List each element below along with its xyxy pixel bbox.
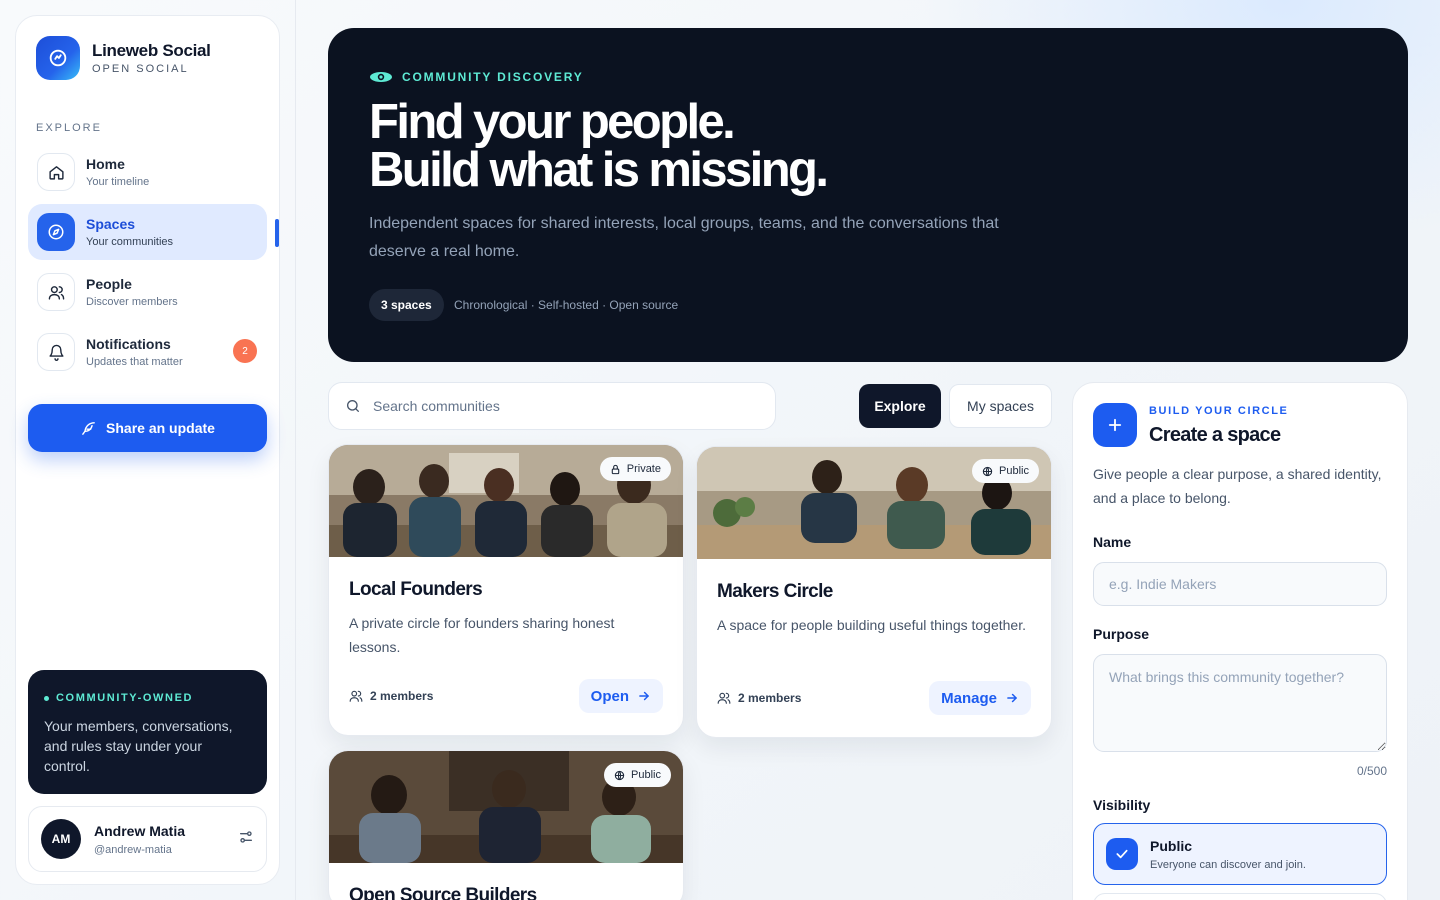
visibility-pill: Public [972,459,1039,483]
bell-icon [37,333,75,371]
tab-my-spaces[interactable]: My spaces [949,384,1052,428]
dot-icon [44,695,49,701]
hero-banner: COMMUNITY DISCOVERY Find your people. Bu… [328,28,1408,362]
open-button[interactable]: Open [578,679,663,713]
sidebar-divider [295,0,296,900]
visibility-label: Visibility [1093,797,1151,813]
hero-tag: COMMUNITY DISCOVERY [402,70,584,84]
sidebar-item-subtitle: Updates that matter [86,356,183,368]
name-label: Name [1093,534,1132,550]
space-card-makers-circle[interactable]: Public Makers Circle A space for people … [696,446,1052,738]
users-icon [717,692,731,704]
members-count: 2 members [717,691,801,705]
visibility-option-next[interactable] [1093,893,1387,900]
card-title: Local Founders [349,579,483,600]
tab-explore[interactable]: Explore [859,384,941,428]
brand-title: Lineweb Social [92,41,211,60]
brand[interactable]: Lineweb Social OPEN SOCIAL [36,36,211,80]
panel-tag: BUILD YOUR CIRCLE [1149,405,1289,417]
visibility-pill: Private [599,457,671,481]
sidebar-item-subtitle: Discover members [86,296,178,308]
purpose-textarea[interactable] [1093,654,1387,752]
user-name: Andrew Matia [94,822,186,839]
search-input[interactable] [373,398,753,414]
home-icon [37,153,75,191]
character-counter: 0/500 [1356,764,1387,778]
share-update-button[interactable]: Share an update [28,404,267,452]
space-card-local-founders[interactable]: Private Local Founders A private circle … [328,444,684,736]
settings-sliders-icon[interactable] [238,829,254,850]
space-card-open-source-builders[interactable]: Public Open Source Builders [328,750,684,900]
panel-description: Give people a clear purpose, a shared id… [1093,466,1382,506]
sidebar-item-notifications[interactable]: Notifications Updates that matter 2 [28,324,267,380]
compass-icon [37,213,75,251]
sidebar: Lineweb Social OPEN SOCIAL EXPLORE Home … [15,15,280,885]
users-icon [37,273,75,311]
globe-icon [982,466,993,476]
lock-icon [611,464,620,474]
sidebar-item-subtitle: Your timeline [86,176,150,188]
owned-text: Your members, conversations, and rules s… [44,718,233,774]
manage-button[interactable]: Manage [929,681,1031,715]
avatar: AM [41,819,81,859]
card-title: Open Source Builders [349,885,537,900]
search-bar[interactable] [328,382,776,430]
sidebar-item-spaces[interactable]: Spaces Your communities [28,204,267,260]
visibility-option-title: Public [1150,837,1193,854]
card-title: Makers Circle [717,581,833,602]
brand-subtitle: OPEN SOCIAL [92,63,189,75]
visibility-option-subtitle: Everyone can discover and join. [1150,858,1306,871]
owned-tag: COMMUNITY-OWNED [56,692,194,704]
purpose-label: Purpose [1093,626,1150,642]
search-icon [347,400,359,412]
arrow-right-icon [639,691,649,701]
card-description: A private circle for founders sharing ho… [349,615,615,655]
logo-icon [36,36,80,80]
community-owned-card: COMMUNITY-OWNED Your members, conversati… [28,670,267,794]
sidebar-item-title: Home [86,156,125,172]
card-description: A space for people building useful thing… [717,617,1026,633]
sidebar-item-title: Spaces [86,216,136,232]
arrow-right-icon [1007,693,1017,703]
spaces-count-pill: 3 spaces [369,289,444,321]
sidebar-item-subtitle: Your communities [86,236,174,248]
sidebar-item-home[interactable]: Home Your timeline [28,144,267,200]
create-space-panel: BUILD YOUR CIRCLE Create a space Give pe… [1072,382,1408,900]
feather-icon [82,421,95,435]
hero-description: Independent spaces for shared interests,… [369,215,999,260]
plus-icon[interactable] [1093,403,1137,447]
sidebar-item-title: People [86,276,132,292]
users-icon [349,690,363,702]
hero-title: Find your people. Build what is missing. [369,95,829,197]
user-card[interactable]: AM Andrew Matia @andrew-matia [28,806,267,872]
user-handle: @andrew-matia [94,843,172,856]
sidebar-item-title: Notifications [86,336,171,352]
check-icon [1106,838,1138,870]
hero-meta: Chronological · Self-hosted · Open sourc… [454,298,679,312]
sidebar-item-people[interactable]: People Discover members [28,264,267,320]
section-label: EXPLORE [36,122,102,134]
card-image: Private [329,445,683,557]
cloud-icon [370,72,392,82]
visibility-pill: Public [604,763,671,787]
globe-icon [614,770,625,780]
active-indicator [275,219,279,247]
visibility-option-public[interactable]: Public Everyone can discover and join. [1093,823,1387,885]
share-update-label: Share an update [106,420,215,436]
members-count: 2 members [349,689,433,703]
panel-title: Create a space [1149,424,1281,446]
card-image: Public [329,751,683,863]
name-input[interactable] [1093,562,1387,606]
card-image: Public [697,447,1051,559]
notification-badge: 2 [233,339,257,363]
